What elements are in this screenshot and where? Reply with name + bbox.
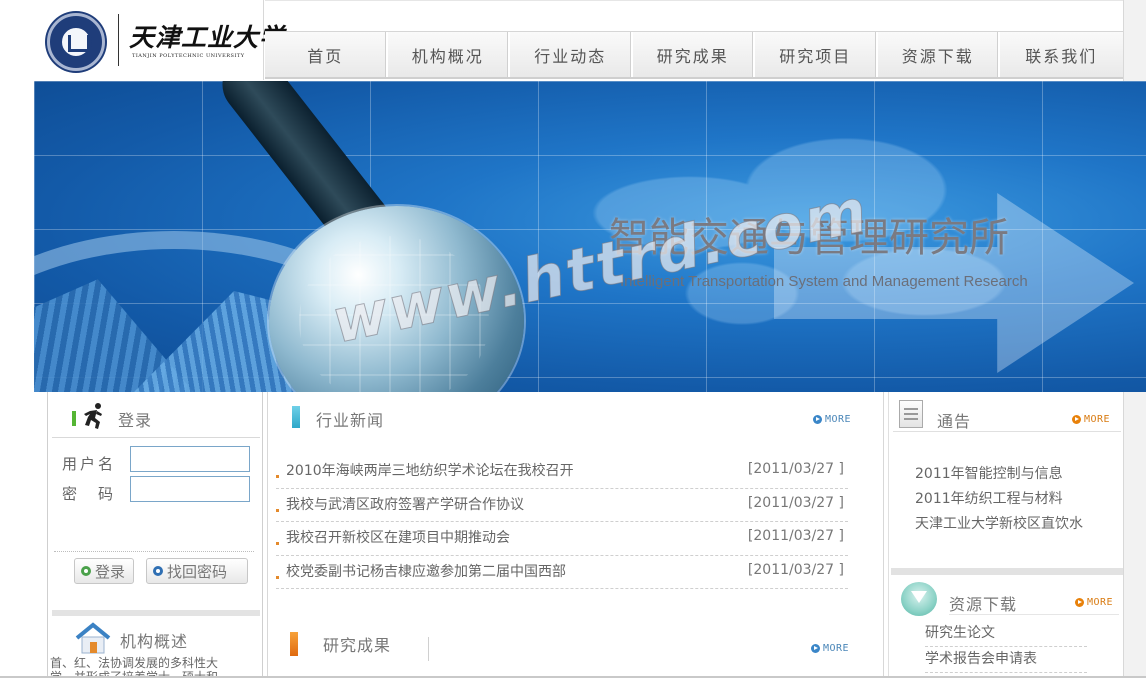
username-input[interactable] [130,446,250,472]
news-list: 2010年海峡两岸三地纺织学术论坛在我校召开 [2011/03/27 ] 我校与… [276,455,848,589]
notice-panel: 通告 MORE 2011年智能控制与信息 2011年纺织工程与材料 天津工业大学… [888,392,1123,678]
nav-industry-news[interactable]: 行业动态 [510,32,633,77]
runner-icon [84,403,102,429]
org-overview-excerpt: 首、红、法协调发展的多科性大 学，并形成了培养学士、硕士和 [50,656,219,678]
house-icon [75,622,111,654]
login-button-icon [81,566,91,576]
news-title: 行业新闻 [316,411,385,430]
notice-item[interactable]: 2011年纺织工程与材料 [915,487,1083,512]
notice-item[interactable]: 2011年智能控制与信息 [915,462,1083,487]
news-item[interactable]: 校党委副书记杨吉棣应邀参加第二届中国西部 [2011/03/27 ] [276,556,848,589]
site-header: 天津工业大学 TIANJIN POLYTECHNIC UNIVERSITY 首页… [0,0,1146,81]
news-item[interactable]: 我校与武清区政府签署产学研合作协议 [2011/03/27 ] [276,489,848,522]
university-seal-icon [47,13,105,71]
download-item[interactable]: 学术报告会申请表 [925,647,1087,673]
bullet-icon [276,575,279,579]
research-title-icon [290,632,298,656]
news-title-icon [292,406,300,428]
nav-home[interactable]: 首页 [265,32,388,77]
login-panel: 登录 用户名 密 码 登录 找回密码 机构概述 首、红、法协调发展的多科性大 学… [47,392,263,678]
university-name-en: TIANJIN POLYTECHNIC UNIVERSITY [132,53,245,59]
notice-item[interactable]: 天津工业大学新校区直饮水 [915,512,1083,537]
news-panel: 行业新闻 MORE 2010年海峡两岸三地纺织学术论坛在我校召开 [2011/0… [267,392,884,678]
hero-banner: 智能交通与管理研究所 Intelligent Transportation Sy… [34,81,1146,392]
news-item[interactable]: 2010年海峡两岸三地纺织学术论坛在我校召开 [2011/03/27 ] [276,455,848,489]
nav-contact[interactable]: 联系我们 [1000,32,1123,77]
nav-research-projects[interactable]: 研究项目 [755,32,878,77]
nav-downloads[interactable]: 资源下载 [878,32,1000,77]
main-nav: 首页 机构概况 行业动态 研究成果 研究项目 资源下载 联系我们 [265,31,1123,79]
downloads-more-link[interactable]: MORE [1075,597,1113,608]
document-icon [899,400,923,428]
notice-title: 通告 [937,412,972,431]
more-arrow-icon [1072,415,1081,424]
login-title: 登录 [118,411,153,430]
downloads-title: 资源下载 [949,595,1018,614]
login-button[interactable]: 登录 [74,558,134,584]
notice-more-link[interactable]: MORE [1072,414,1110,425]
news-item[interactable]: 我校召开新校区在建项目中期推动会 [2011/03/27 ] [276,522,848,556]
bullet-icon [276,475,279,478]
research-more-link[interactable]: MORE [811,643,849,654]
more-arrow-icon [813,415,822,424]
university-name-cn: 天津工业大学 [129,23,286,52]
university-logo[interactable]: 天津工业大学 TIANJIN POLYTECHNIC UNIVERSITY [34,0,284,80]
bullet-icon [276,508,279,512]
more-arrow-icon [811,644,820,653]
download-icon [901,582,937,616]
username-label: 用户名 [62,455,117,473]
password-label: 密 码 [62,485,117,503]
news-more-link[interactable]: MORE [813,414,851,425]
more-arrow-icon [1075,598,1084,607]
download-item[interactable]: 研究生论文 [925,621,1087,647]
recover-password-button[interactable]: 找回密码 [146,558,248,584]
nav-about[interactable]: 机构概况 [388,32,510,77]
research-title: 研究成果 [323,636,392,655]
bullet-icon [276,542,279,545]
downloads-list: 研究生论文 学术报告会申请表 [925,621,1087,673]
nav-research-results[interactable]: 研究成果 [633,32,755,77]
recover-button-icon [153,566,163,576]
password-input[interactable] [130,476,250,502]
org-overview-title: 机构概述 [120,632,189,651]
notice-list: 2011年智能控制与信息 2011年纺织工程与材料 天津工业大学新校区直饮水 [915,462,1083,537]
